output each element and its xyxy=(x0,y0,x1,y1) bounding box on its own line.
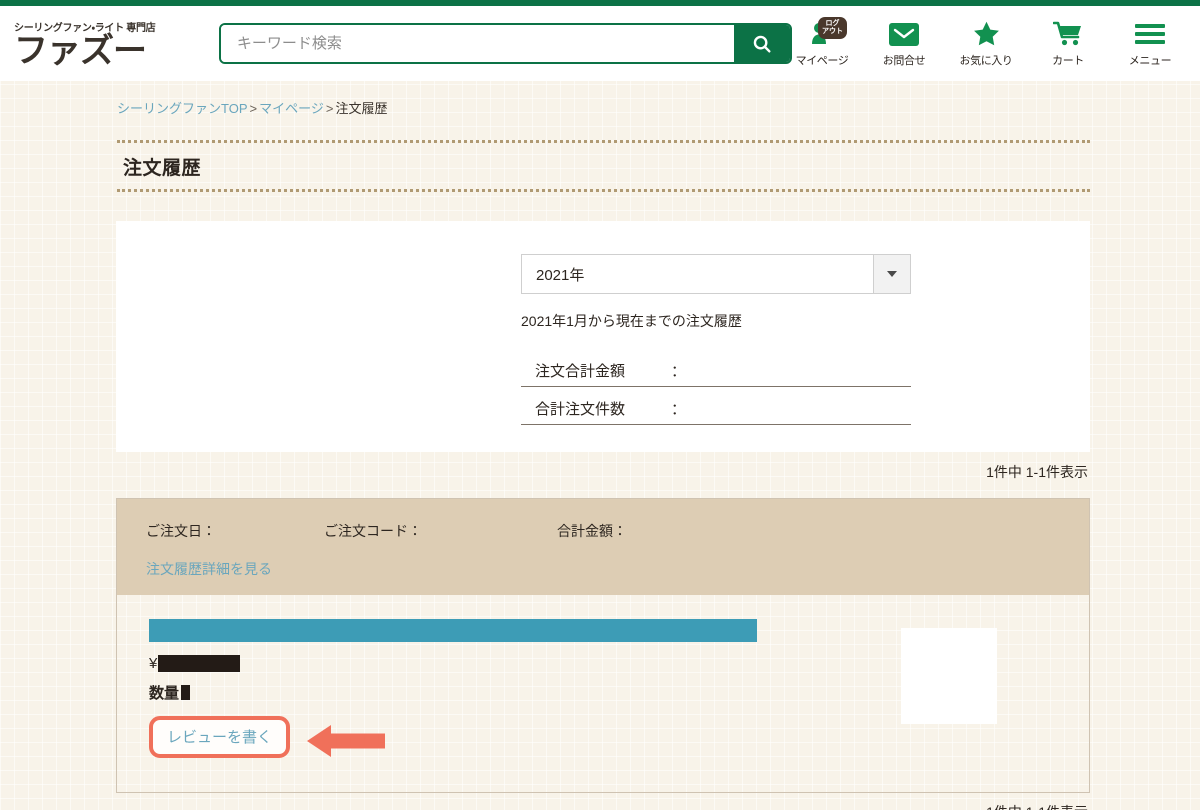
product-price: ¥ xyxy=(149,655,901,672)
star-icon xyxy=(956,19,1016,49)
breadcrumb-link-mypage[interactable]: マイページ xyxy=(259,101,324,116)
price-redaction-bar xyxy=(158,655,240,672)
search-button[interactable] xyxy=(734,25,790,62)
page-title-block: 注文履歴 xyxy=(117,140,1090,192)
summary-row-label: 注文合計金額 xyxy=(521,360,671,386)
order-card: ご注文日： ご注文コード： 合計金額： 注文履歴詳細を見る ¥ 数量 xyxy=(116,498,1090,793)
header-item-cart[interactable]: カート xyxy=(1038,19,1098,68)
mail-icon xyxy=(874,19,934,49)
header-item-menu[interactable]: メニュー xyxy=(1120,19,1180,68)
cart-icon xyxy=(1038,19,1098,49)
page-content: シーリングファンTOP>マイページ>注文履歴 注文履歴 2021年 2021年1… xyxy=(0,81,1200,810)
breadcrumb: シーリングファンTOP>マイページ>注文履歴 xyxy=(0,81,1200,117)
date-range-note: 2021年1月から現在までの注文履歴 xyxy=(521,311,1090,331)
product-quantity: 数量 xyxy=(149,682,901,703)
header-icon-group: ログ アウト マイページ お問合せ お気に入り xyxy=(792,19,1184,68)
summary-row-colon: ： xyxy=(671,360,691,386)
logo-wordmark: ファズー xyxy=(14,34,194,70)
header-item-favorites[interactable]: お気に入り xyxy=(956,19,1016,68)
pagination-count-top: 1件中 1-1件表示 xyxy=(0,462,1088,482)
quantity-redaction-bar xyxy=(181,685,190,700)
order-card-header: ご注文日： ご注文コード： 合計金額： 注文履歴詳細を見る xyxy=(117,499,1089,595)
order-item-row: ¥ 数量 レビューを書く xyxy=(117,595,1089,792)
header-item-label: お気に入り xyxy=(956,52,1016,68)
site-logo[interactable]: シーリングファン・ライト 専門店 ファズー xyxy=(14,17,194,70)
product-thumbnail[interactable] xyxy=(901,628,997,724)
summary-row-value xyxy=(691,381,911,386)
quantity-label: 数量 xyxy=(149,682,179,703)
logout-badge: ログ アウト xyxy=(818,17,847,39)
breadcrumb-separator: > xyxy=(326,101,334,116)
left-arrow-icon xyxy=(307,724,385,758)
header-item-mypage[interactable]: ログ アウト マイページ xyxy=(792,19,852,68)
logout-badge-line2: アウト xyxy=(822,28,843,35)
logout-badge-line1: ログ xyxy=(826,20,840,27)
hamburger-menu-icon xyxy=(1120,19,1180,49)
search-input[interactable] xyxy=(221,25,734,62)
annotation-highlight-box: レビューを書く xyxy=(149,716,290,758)
breadcrumb-current: 注文履歴 xyxy=(335,101,387,116)
write-review-link[interactable]: レビューを書く xyxy=(167,726,272,747)
header-item-label: マイページ xyxy=(792,52,852,68)
page-title: 注文履歴 xyxy=(117,153,1090,180)
summary-row-label: 合計注文件数 xyxy=(521,398,671,424)
order-date-label: ご注文日： xyxy=(146,521,324,541)
order-total-label: 合計金額： xyxy=(557,521,627,541)
currency-symbol: ¥ xyxy=(149,655,157,672)
header-item-contact[interactable]: お問合せ xyxy=(874,19,934,68)
review-link-annotated: レビューを書く xyxy=(149,716,290,758)
summary-row-total-amount: 注文合計金額 ： xyxy=(521,349,911,387)
search-icon xyxy=(751,33,773,55)
person-icon: ログ アウト xyxy=(792,19,852,49)
breadcrumb-link-top[interactable]: シーリングファンTOP xyxy=(117,101,248,116)
summary-row-colon: ： xyxy=(671,398,691,424)
summary-row-value xyxy=(691,419,911,424)
year-select[interactable]: 2021年 xyxy=(521,254,911,294)
pagination-count-bottom: 1件中 1-1件表示 xyxy=(0,802,1088,810)
search-bar xyxy=(219,23,792,64)
summary-table: 注文合計金額 ： 合計注文件数 ： xyxy=(521,349,911,425)
header-item-label: カート xyxy=(1038,52,1098,68)
site-header: シーリングファン・ライト 専門店 ファズー ログ アウト xyxy=(0,6,1200,81)
order-meta-row: ご注文日： ご注文コード： 合計金額： xyxy=(117,521,1089,541)
order-summary-panel: 2021年 2021年1月から現在までの注文履歴 注文合計金額 ： 合計注文件数… xyxy=(116,221,1090,452)
chevron-down-icon[interactable] xyxy=(873,255,910,293)
order-detail-link[interactable]: 注文履歴詳細を見る xyxy=(146,559,272,579)
year-filter-row: 2021年 xyxy=(521,254,911,294)
product-title-redacted xyxy=(149,619,757,642)
header-item-label: お問合せ xyxy=(874,52,934,68)
header-item-label: メニュー xyxy=(1120,52,1180,68)
breadcrumb-separator: > xyxy=(250,101,258,116)
order-code-label: ご注文コード： xyxy=(324,521,557,541)
year-select-value: 2021年 xyxy=(522,255,873,293)
summary-row-order-count: 合計注文件数 ： xyxy=(521,387,911,425)
order-item-info: ¥ 数量 レビューを書く xyxy=(117,619,901,758)
